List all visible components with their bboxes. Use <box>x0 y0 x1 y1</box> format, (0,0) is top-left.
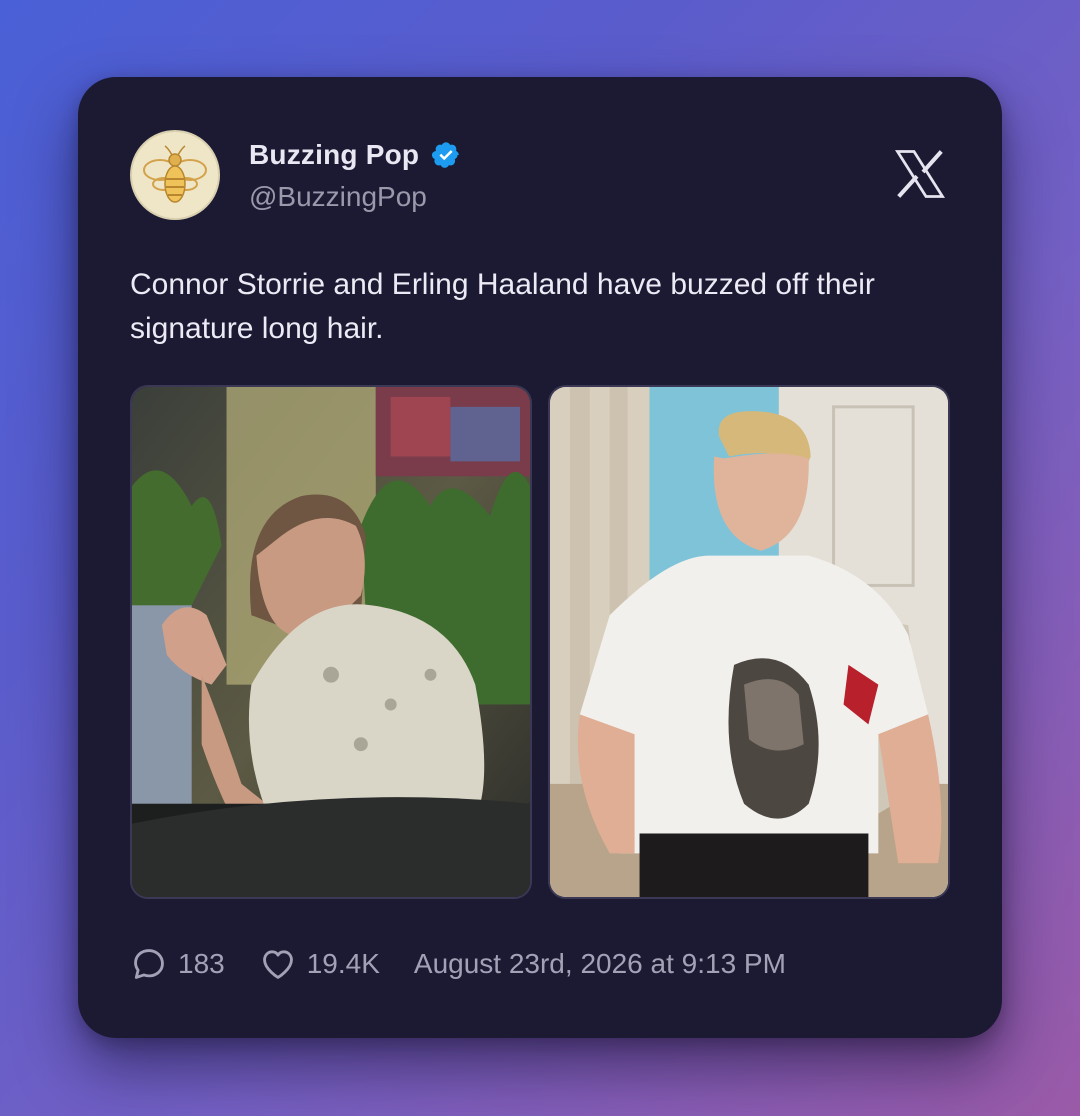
photo-man-white-tshirt[interactable] <box>548 385 950 899</box>
heart-icon <box>262 950 293 979</box>
tweet-footer: 183 19.4K August 23rd, 2026 at 9:13 PM <box>130 945 786 983</box>
author-name-row[interactable]: Buzzing Pop <box>249 139 461 171</box>
like-count: 19.4K <box>306 948 380 979</box>
tweet-card: Buzzing Pop @BuzzingPop Connor Storrie a… <box>78 77 1002 1038</box>
timestamp[interactable]: August 23rd, 2026 at 9:13 PM <box>414 948 786 980</box>
reply-icon <box>134 949 164 979</box>
reply-count: 183 <box>178 948 225 979</box>
author-handle[interactable]: @BuzzingPop <box>249 181 427 213</box>
photo-restaurant-man[interactable] <box>130 385 532 899</box>
author-display-name[interactable]: Buzzing Pop <box>249 139 419 171</box>
avatar[interactable] <box>130 130 220 220</box>
reply-stat[interactable]: 183 <box>130 945 225 983</box>
verified-badge-icon <box>432 142 459 168</box>
like-stat[interactable]: 19.4K <box>259 945 380 983</box>
bee-icon <box>143 145 207 203</box>
media-grid <box>130 385 950 899</box>
photo-right-illustration <box>550 387 948 897</box>
x-logo-icon[interactable] <box>890 143 950 205</box>
photo-left-illustration <box>132 387 530 897</box>
tweet-text: Connor Storrie and Erling Haaland have b… <box>130 268 875 345</box>
